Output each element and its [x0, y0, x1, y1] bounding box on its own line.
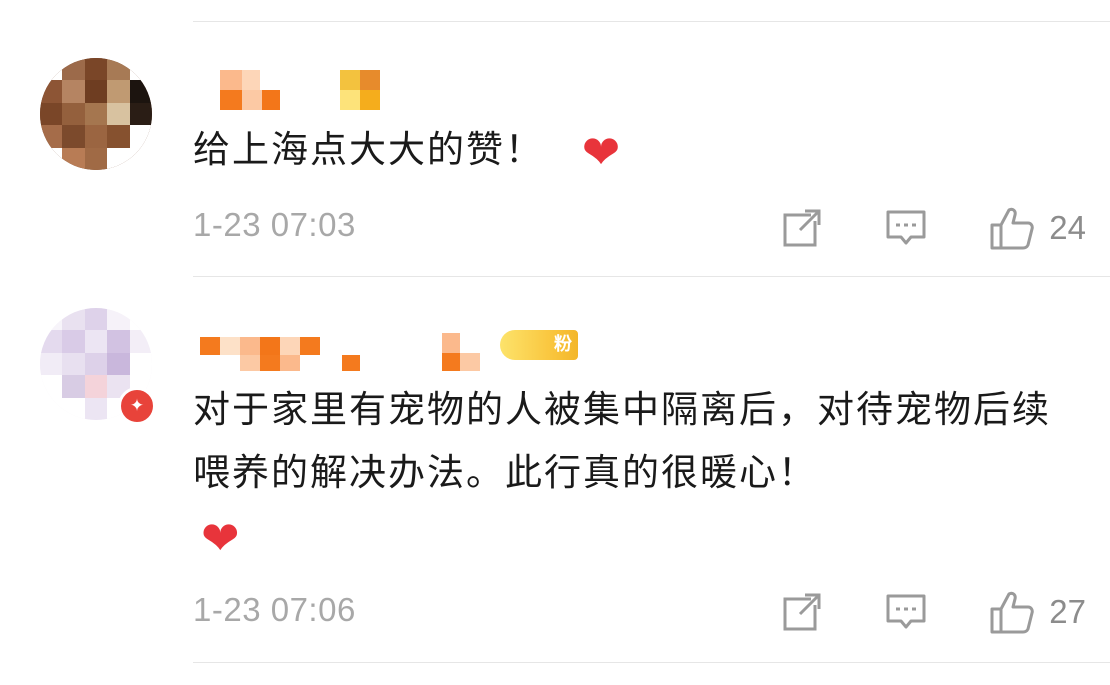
- share-button[interactable]: [781, 207, 823, 249]
- verified-icon: ✦: [118, 387, 156, 425]
- comment-button[interactable]: [885, 591, 927, 633]
- divider-top: [193, 21, 1110, 22]
- fan-badge-label: 粉: [554, 334, 572, 355]
- like-icon: [990, 207, 1035, 250]
- heart-emoji: ❤: [581, 124, 623, 179]
- like-count: 27: [1049, 593, 1086, 630]
- like-count: 24: [1049, 209, 1086, 246]
- comment-text: 给上海点大大的赞！ ❤: [193, 118, 1073, 181]
- fan-badge[interactable]: 粉: [500, 330, 578, 360]
- comment-actions: 27: [719, 587, 1086, 637]
- comment-text-content: 对于家里有宠物的人被集中隔离后，对待宠物后续喂养的解决办法。此行真的很暖心！: [193, 388, 1051, 494]
- share-icon: [783, 593, 821, 631]
- like-icon: [990, 591, 1035, 634]
- username-blurred[interactable]: [200, 70, 400, 110]
- comment-actions: 24: [719, 203, 1086, 253]
- comment-timestamp: 1-23 07:06: [193, 591, 356, 628]
- divider: [193, 276, 1110, 277]
- comment-text-content: 给上海点大大的赞！: [193, 128, 544, 171]
- heart-emoji: ❤: [201, 510, 242, 565]
- comment-icon: [886, 210, 926, 245]
- comment-timestamp: 1-23 07:03: [193, 206, 356, 243]
- comment-icon: [886, 594, 926, 629]
- divider-bottom: [193, 662, 1110, 663]
- comment-button[interactable]: [885, 207, 927, 249]
- share-button[interactable]: [781, 591, 823, 633]
- share-icon: [783, 209, 821, 247]
- avatar[interactable]: [40, 58, 152, 170]
- comment-text: 对于家里有宠物的人被集中隔离后，对待宠物后续喂养的解决办法。此行真的很暖心！ ❤: [193, 378, 1073, 567]
- like-button[interactable]: 27: [989, 589, 1086, 635]
- like-button[interactable]: 24: [989, 205, 1086, 251]
